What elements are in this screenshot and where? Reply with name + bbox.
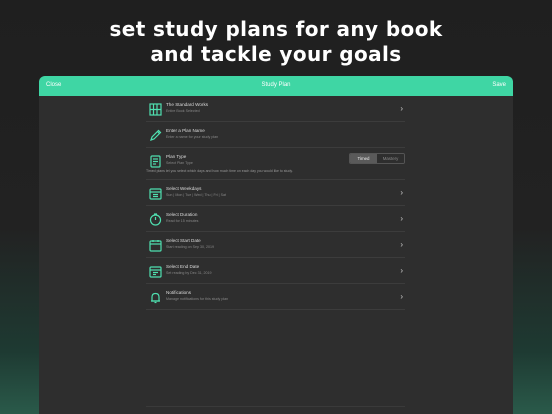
duration-row[interactable]: Select Duration Read for 15 minutes ›: [146, 206, 405, 232]
tablet-screen: Close Study Plan Save The Standard Works…: [39, 76, 513, 414]
chevron-right-icon: ›: [400, 292, 403, 301]
plan-type-icon: [149, 155, 162, 168]
end-date-title: Select End Date: [166, 264, 200, 269]
plan-type-segmented-control: Timed Mastery: [349, 153, 405, 164]
calendar-start-icon: [149, 239, 162, 252]
weekdays-icon: [149, 187, 162, 200]
chevron-right-icon: ›: [400, 240, 403, 249]
plan-type-subtitle: Select Plan Type: [166, 161, 193, 165]
study-plan-form: The Standard Works Entire Book Selected …: [39, 96, 513, 414]
start-date-row[interactable]: Select Start Date Start reading on Sep 3…: [146, 232, 405, 258]
plan-name-placeholder[interactable]: Enter a Plan Name: [166, 128, 205, 133]
chevron-right-icon: ›: [400, 188, 403, 197]
book-selection-row[interactable]: The Standard Works Entire Book Selected …: [146, 96, 405, 122]
end-date-row[interactable]: Select End Date Set reading by Dec 31, 2…: [146, 258, 405, 284]
settings-list: The Standard Works Entire Book Selected …: [146, 96, 405, 310]
chevron-right-icon: ›: [400, 214, 403, 223]
segment-mastery[interactable]: Mastery: [377, 154, 404, 163]
weekdays-row[interactable]: Select Weekdays Sun | Mon | Tue | Wed | …: [146, 180, 405, 206]
segment-timed[interactable]: Timed: [350, 154, 377, 163]
plan-type-title: Plan Type: [166, 154, 187, 159]
plan-name-row[interactable]: Enter a Plan Name Enter a name for your …: [146, 122, 405, 148]
close-button[interactable]: Close: [46, 82, 61, 88]
plan-type-note: Timed plans let you select which days an…: [146, 169, 293, 173]
timer-icon: [149, 213, 162, 226]
navigation-bar: Close Study Plan Save: [39, 76, 513, 96]
bottom-divider: [146, 406, 405, 407]
book-title: The Standard Works: [166, 102, 209, 107]
calendar-end-icon: [149, 265, 162, 278]
notifications-subtitle: Manage notifications for this study plan: [166, 297, 229, 301]
start-date-title: Select Start Date: [166, 238, 201, 243]
plan-type-row: Plan Type Select Plan Type Timed Mastery…: [146, 148, 405, 176]
save-button[interactable]: Save: [492, 82, 506, 88]
start-date-value: Start reading on Sep 30, 2019: [166, 245, 214, 249]
plan-name-hint: Enter a name for your study plan: [166, 135, 219, 139]
nav-title: Study Plan: [261, 82, 291, 88]
duration-title: Select Duration: [166, 212, 198, 217]
weekdays-title: Select Weekdays: [166, 186, 202, 191]
headline-line-1: set study plans for any book: [109, 17, 443, 41]
duration-value: Read for 15 minutes: [166, 219, 199, 223]
chevron-right-icon: ›: [400, 266, 403, 275]
chevron-right-icon: ›: [400, 104, 403, 113]
pencil-icon: [149, 129, 162, 142]
end-date-value: Set reading by Dec 31, 2019: [166, 271, 212, 275]
bell-icon: [149, 291, 162, 304]
book-subtitle: Entire Book Selected: [166, 109, 200, 113]
notifications-title: Notifications: [166, 290, 192, 295]
promo-headline: set study plans for any book and tackle …: [0, 17, 552, 67]
weekdays-value: Sun | Mon | Tue | Wed | Thu | Fri | Sat: [166, 193, 226, 197]
headline-line-2: and tackle your goals: [150, 42, 402, 66]
notifications-row[interactable]: Notifications Manage notifications for t…: [146, 284, 405, 310]
book-grid-icon: [149, 103, 162, 116]
